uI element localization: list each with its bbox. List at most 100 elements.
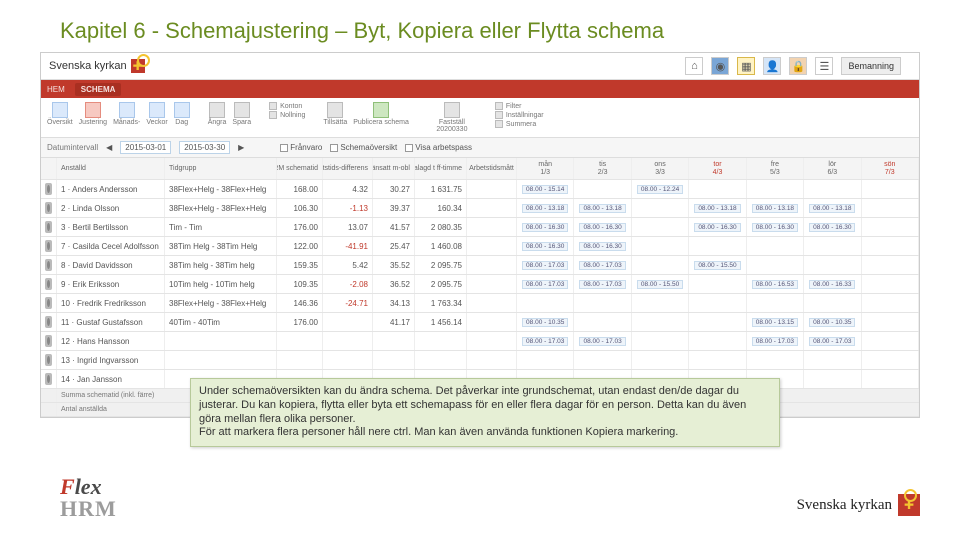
cell-day[interactable] (632, 351, 689, 369)
cell-day[interactable]: 08.00 - 10.35 (804, 313, 861, 331)
chk-shifts[interactable]: Visa arbetspass (405, 143, 472, 152)
cell-day[interactable] (632, 237, 689, 255)
cell-day[interactable]: 08.00 - 13.15 (747, 313, 804, 331)
btn-accounts[interactable]: Konton (269, 102, 305, 110)
table-row[interactable]: 1 · Anders Andersson38Flex+Helg - 38Flex… (41, 180, 919, 199)
table-row[interactable]: 13 · Ingrid Ingvarsson (41, 351, 919, 370)
user-icon[interactable]: 👤 (763, 57, 781, 75)
col-employee[interactable]: Anställd (57, 158, 165, 179)
cell-day[interactable] (862, 237, 919, 255)
cell-day[interactable]: 08.00 - 15.14 (517, 180, 574, 198)
col-measure[interactable]: Arbetstidsmått (467, 158, 517, 179)
cell-day[interactable] (632, 332, 689, 350)
cell-day[interactable] (862, 256, 919, 274)
cell-day[interactable] (747, 237, 804, 255)
btn-assign[interactable]: Tillsätta (323, 102, 347, 126)
lock-icon[interactable]: 🔒 (789, 57, 807, 75)
cell-day[interactable] (804, 180, 861, 198)
cell-day[interactable] (689, 237, 746, 255)
col-day-6[interactable]: sön7/3 (862, 158, 919, 179)
cell-day[interactable]: 08.00 - 17.03 (517, 275, 574, 293)
cell-day[interactable] (862, 199, 919, 217)
date-to[interactable]: 2015-03-30 (179, 141, 230, 154)
doc-icon[interactable]: ☰ (815, 57, 833, 75)
chk-absence[interactable]: Frånvaro (280, 143, 322, 152)
calendar-icon[interactable]: ▦ (737, 57, 755, 75)
btn-overview[interactable]: Översikt (47, 102, 73, 126)
cell-day[interactable] (862, 275, 919, 293)
col-day-2[interactable]: ons3/3 (632, 158, 689, 179)
btn-lock[interactable]: Fastställ 20200330 (427, 102, 477, 133)
cell-day[interactable] (862, 218, 919, 236)
cell-day[interactable]: 08.00 - 17.03 (574, 332, 631, 350)
module-schema[interactable]: SCHEMA (75, 83, 122, 96)
cell-day[interactable]: 08.00 - 16.30 (574, 218, 631, 236)
cell-day[interactable]: 08.00 - 13.18 (804, 199, 861, 217)
btn-save[interactable]: Spara (232, 102, 251, 126)
col-diff[interactable]: Arbetstids-differens (323, 158, 373, 179)
table-row[interactable]: 11 · Gustaf Gustafsson40Tim - 40Tim176.0… (41, 313, 919, 332)
module-home[interactable]: HEM (47, 85, 65, 94)
cell-day[interactable]: 08.00 - 13.18 (689, 199, 746, 217)
cell-day[interactable] (862, 370, 919, 388)
col-day-4[interactable]: fre5/3 (747, 158, 804, 179)
table-row[interactable]: 7 · Casilda Cecel Adolfsson38Tim Helg - … (41, 237, 919, 256)
cell-day[interactable] (574, 313, 631, 331)
cell-day[interactable] (862, 351, 919, 369)
cell-day[interactable] (574, 294, 631, 312)
cell-day[interactable] (517, 294, 574, 312)
col-sched[interactable]: HRM schematid (277, 158, 323, 179)
cell-day[interactable] (689, 294, 746, 312)
cell-day[interactable]: 08.00 - 17.03 (517, 332, 574, 350)
cell-day[interactable]: 08.00 - 13.18 (517, 199, 574, 217)
staffing-link[interactable]: Bemanning (841, 57, 901, 75)
cell-day[interactable] (804, 237, 861, 255)
btn-adjust[interactable]: Justering (79, 102, 107, 126)
cell-day[interactable] (632, 218, 689, 236)
col-day-1[interactable]: tis2/3 (574, 158, 631, 179)
cell-day[interactable] (689, 180, 746, 198)
btn-day[interactable]: Dag (174, 102, 190, 126)
table-row[interactable]: 9 · Erik Eriksson10Tim helg - 10Tim helg… (41, 275, 919, 294)
cell-day[interactable] (862, 313, 919, 331)
cell-day[interactable] (689, 332, 746, 350)
cell-day[interactable]: 08.00 - 16.33 (804, 275, 861, 293)
cell-day[interactable] (689, 313, 746, 331)
table-row[interactable]: 12 · Hans Hansson08.00 - 17.0308.00 - 17… (41, 332, 919, 351)
cell-day[interactable] (862, 180, 919, 198)
btn-weeks[interactable]: Veckor (146, 102, 167, 126)
cell-day[interactable] (862, 294, 919, 312)
cell-day[interactable]: 08.00 - 10.35 (517, 313, 574, 331)
cell-day[interactable]: 08.00 - 16.30 (574, 237, 631, 255)
cell-day[interactable]: 08.00 - 17.03 (804, 332, 861, 350)
chk-overview[interactable]: Schemaöversikt (330, 143, 397, 152)
globe-icon[interactable]: ◉ (711, 57, 729, 75)
cell-day[interactable]: 08.00 - 13.18 (747, 199, 804, 217)
cell-day[interactable] (804, 370, 861, 388)
date-prev-icon[interactable]: ◀ (106, 143, 112, 152)
home-icon[interactable]: ⌂ (685, 57, 703, 75)
cell-day[interactable] (804, 351, 861, 369)
col-pct[interactable]: Flänsatt m-obl (373, 158, 415, 179)
btn-filter[interactable]: Filter (495, 102, 544, 110)
cell-day[interactable] (689, 275, 746, 293)
cell-day[interactable]: 08.00 - 15.50 (632, 275, 689, 293)
cell-day[interactable] (747, 180, 804, 198)
cell-day[interactable]: 08.00 - 16.30 (689, 218, 746, 236)
cell-day[interactable]: 08.00 - 16.30 (517, 237, 574, 255)
cell-day[interactable] (574, 180, 631, 198)
cell-day[interactable]: 08.00 - 13.18 (574, 199, 631, 217)
cell-day[interactable]: 08.00 - 16.30 (804, 218, 861, 236)
cell-day[interactable] (804, 294, 861, 312)
cell-day[interactable]: 08.00 - 17.03 (747, 332, 804, 350)
cell-day[interactable] (574, 351, 631, 369)
col-sum[interactable]: Schemalagd t ff-timme (415, 158, 467, 179)
cell-day[interactable]: 08.00 - 16.30 (517, 218, 574, 236)
cell-day[interactable] (517, 351, 574, 369)
cell-day[interactable] (689, 351, 746, 369)
cell-day[interactable] (632, 256, 689, 274)
cell-day[interactable] (632, 199, 689, 217)
btn-zero[interactable]: Nollning (269, 111, 305, 119)
date-next-icon[interactable]: ▶ (238, 143, 244, 152)
btn-undo[interactable]: Ångra (208, 102, 227, 126)
